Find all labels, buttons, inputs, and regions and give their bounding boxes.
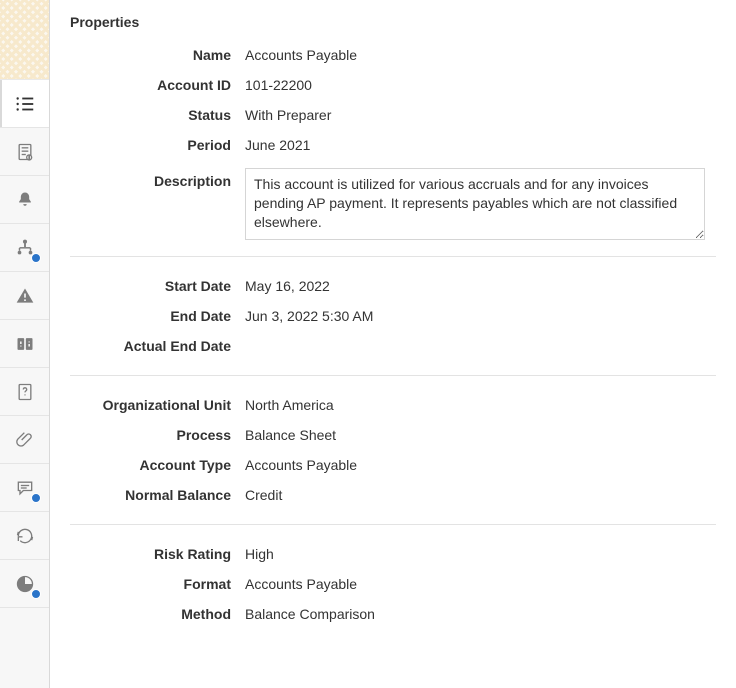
nav-attachments[interactable] xyxy=(0,416,49,464)
svg-text:i: i xyxy=(28,155,29,160)
field-value: Balance Sheet xyxy=(245,422,716,448)
field-label: Organizational Unit xyxy=(70,392,245,418)
nav-workflow[interactable] xyxy=(0,224,49,272)
bell-icon xyxy=(15,190,35,210)
nav-comments[interactable] xyxy=(0,464,49,512)
nav-history[interactable] xyxy=(0,512,49,560)
paperclip-icon xyxy=(15,430,35,450)
field-label: Risk Rating xyxy=(70,541,245,567)
sidebar: i xyxy=(0,0,50,688)
properties-panel: Properties Name Accounts Payable Account… xyxy=(50,0,736,688)
field-value: Accounts Payable xyxy=(245,452,716,478)
field-account-type: Account Type Accounts Payable xyxy=(70,450,716,480)
field-value: May 16, 2022 xyxy=(245,273,716,299)
description-textarea[interactable] xyxy=(245,168,705,240)
field-process: Process Balance Sheet xyxy=(70,420,716,450)
field-value: Balance Comparison xyxy=(245,601,716,627)
field-status: Status With Preparer xyxy=(70,100,716,130)
field-name: Name Accounts Payable xyxy=(70,40,716,70)
field-value: North America xyxy=(245,392,716,418)
divider xyxy=(70,256,716,257)
field-account-id: Account ID 101-22200 xyxy=(70,70,716,100)
app-root: i xyxy=(0,0,736,688)
field-value: With Preparer xyxy=(245,102,716,128)
field-label: Start Date xyxy=(70,273,245,299)
field-label: Account Type xyxy=(70,452,245,478)
field-label: Method xyxy=(70,601,245,627)
field-label: Account ID xyxy=(70,72,245,98)
field-value: Jun 3, 2022 5:30 AM xyxy=(245,303,716,329)
divider xyxy=(70,375,716,376)
field-label: Process xyxy=(70,422,245,448)
attributes-icon xyxy=(15,334,35,354)
side-nav: i xyxy=(0,80,49,608)
refresh-badge-icon xyxy=(31,253,41,263)
nav-questions[interactable] xyxy=(0,368,49,416)
field-risk-rating: Risk Rating High xyxy=(70,539,716,569)
brand-tile xyxy=(0,0,49,80)
panel-title: Properties xyxy=(70,14,716,30)
field-label: Format xyxy=(70,571,245,597)
clock-badge-icon xyxy=(31,589,41,599)
field-value: Credit xyxy=(245,482,716,508)
field-label: Actual End Date xyxy=(70,333,245,359)
comment-badge-icon xyxy=(31,493,41,503)
field-value: June 2021 xyxy=(245,132,716,158)
field-label: Status xyxy=(70,102,245,128)
field-value: Accounts Payable xyxy=(245,42,716,68)
nav-alerts[interactable] xyxy=(0,176,49,224)
document-info-icon: i xyxy=(15,142,35,162)
field-format: Format Accounts Payable xyxy=(70,569,716,599)
field-value: 101-22200 xyxy=(245,72,716,98)
nav-attributes[interactable] xyxy=(0,320,49,368)
field-label: Normal Balance xyxy=(70,482,245,508)
list-icon xyxy=(14,93,36,115)
divider xyxy=(70,524,716,525)
field-normal-balance: Normal Balance Credit xyxy=(70,480,716,510)
warning-icon xyxy=(15,286,35,306)
field-value: Accounts Payable xyxy=(245,571,716,597)
field-method: Method Balance Comparison xyxy=(70,599,716,629)
field-label: End Date xyxy=(70,303,245,329)
field-period: Period June 2021 xyxy=(70,130,716,160)
field-label: Name xyxy=(70,42,245,68)
nav-prior[interactable] xyxy=(0,560,49,608)
question-doc-icon xyxy=(15,382,35,402)
nav-warnings[interactable] xyxy=(0,272,49,320)
history-icon xyxy=(15,526,35,546)
field-label: Period xyxy=(70,132,245,158)
field-end-date: End Date Jun 3, 2022 5:30 AM xyxy=(70,301,716,331)
field-description: Description xyxy=(70,166,716,242)
nav-properties[interactable] xyxy=(0,80,49,128)
field-label: Description xyxy=(70,168,245,194)
field-value: High xyxy=(245,541,716,567)
field-org-unit: Organizational Unit North America xyxy=(70,390,716,420)
field-actual-end-date: Actual End Date xyxy=(70,331,716,361)
nav-instructions[interactable]: i xyxy=(0,128,49,176)
field-start-date: Start Date May 16, 2022 xyxy=(70,271,716,301)
